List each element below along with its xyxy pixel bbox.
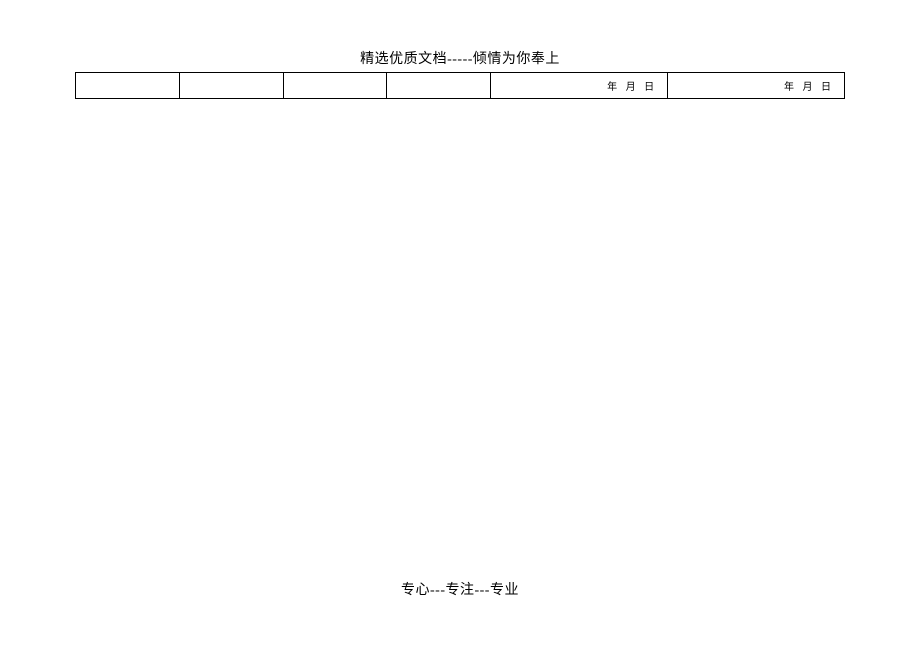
table-container: 年 月 日 年 月 日 (75, 72, 845, 99)
data-table: 年 月 日 年 月 日 (75, 72, 845, 99)
table-cell-date-1: 年 月 日 (491, 73, 668, 99)
table-cell-2 (179, 73, 283, 99)
table-cell-3 (283, 73, 387, 99)
page-footer: 专心---专注---专业 (0, 579, 920, 599)
table-cell-1 (76, 73, 180, 99)
table-cell-date-2: 年 月 日 (668, 73, 845, 99)
table-cell-4 (387, 73, 491, 99)
table-row: 年 月 日 年 月 日 (76, 73, 845, 99)
page-header: 精选优质文档-----倾情为你奉上 (0, 0, 920, 68)
